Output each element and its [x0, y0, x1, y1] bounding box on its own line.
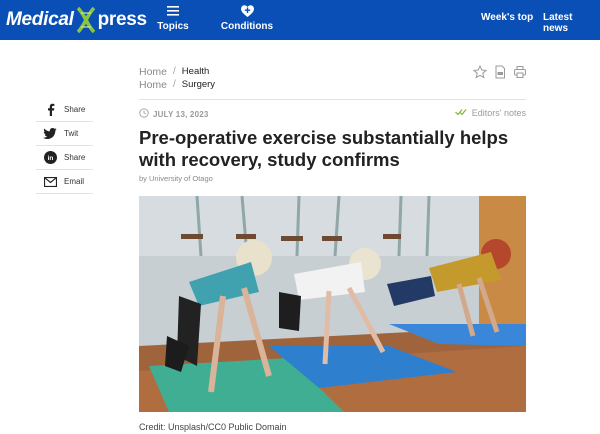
byline-source[interactable]: University of Otago: [149, 174, 213, 183]
menu-icon: [143, 4, 203, 19]
heart-plus-icon: [217, 4, 277, 19]
share-linkedin-label: Share: [64, 153, 86, 162]
svg-text:in: in: [47, 155, 53, 162]
nav-topics-label: Topics: [157, 21, 189, 32]
latest-news-link[interactable]: Latest news: [543, 12, 600, 34]
editors-notes[interactable]: Editors' notes: [454, 108, 526, 118]
article-image[interactable]: [139, 196, 526, 412]
top-bar: Medical press Topics Conditions Week's t…: [0, 0, 600, 40]
divider: [139, 99, 526, 100]
pdf-icon[interactable]: [493, 65, 507, 79]
nav-conditions[interactable]: Conditions: [217, 4, 277, 32]
breadcrumb-home-link[interactable]: Home: [139, 79, 167, 92]
weeks-top-link[interactable]: Week's top: [481, 12, 533, 23]
breadcrumb-surgery[interactable]: Surgery: [182, 79, 215, 92]
share-facebook[interactable]: Share: [36, 98, 93, 122]
share-facebook-label: Share: [64, 105, 86, 114]
breadcrumb: Home / Health Home / Surgery: [139, 66, 215, 91]
publish-date: JULY 13, 2023: [139, 108, 209, 120]
article-tools: [472, 64, 527, 79]
editors-notes-label: Editors' notes: [471, 108, 526, 118]
publish-date-text: JULY 13, 2023: [153, 109, 209, 119]
dna-x-icon: [75, 6, 97, 34]
double-check-icon: [454, 108, 467, 118]
print-icon[interactable]: [513, 65, 527, 79]
share-panel: Share Twit in Share Email: [36, 98, 93, 194]
byline: by University of Otago: [139, 174, 213, 183]
article-meta: JULY 13, 2023 Editors' notes: [139, 108, 526, 120]
breadcrumb-row: Home / Surgery: [139, 79, 215, 92]
share-twitter[interactable]: Twit: [36, 122, 93, 146]
share-twitter-label: Twit: [64, 129, 79, 138]
share-email[interactable]: Email: [36, 170, 93, 194]
bookmark-star-icon[interactable]: [472, 64, 488, 79]
clock-icon: [139, 108, 149, 120]
share-linkedin[interactable]: in Share: [36, 146, 93, 170]
breadcrumb-home-link[interactable]: Home: [139, 66, 167, 79]
nav-topics[interactable]: Topics: [143, 4, 203, 32]
logo-text-medical: Medical: [6, 9, 74, 30]
logo-text-press: press: [97, 9, 148, 30]
byline-prefix: by: [139, 174, 147, 183]
breadcrumb-separator: /: [173, 78, 176, 90]
linkedin-icon: in: [36, 151, 64, 164]
breadcrumb-separator: /: [173, 66, 176, 77]
breadcrumb-row: Home / Health: [139, 66, 215, 79]
image-credit: Credit: Unsplash/CC0 Public Domain: [139, 422, 287, 432]
facebook-icon: [36, 103, 64, 116]
site-logo[interactable]: Medical press: [6, 6, 147, 34]
twitter-icon: [36, 128, 64, 139]
share-email-label: Email: [64, 177, 85, 186]
article-title: Pre-operative exercise substantially hel…: [139, 127, 509, 170]
breadcrumb-health[interactable]: Health: [182, 66, 209, 79]
email-icon: [36, 176, 64, 187]
nav-conditions-label: Conditions: [220, 21, 274, 32]
